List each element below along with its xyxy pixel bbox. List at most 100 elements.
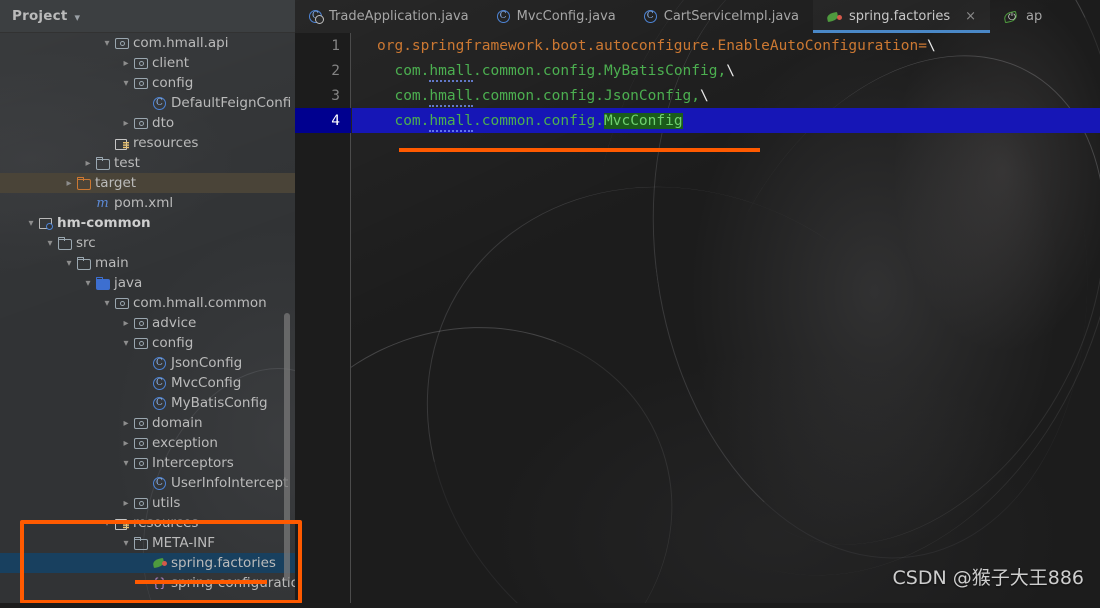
code-text: com.hmall.common.config.MvcConfig (351, 112, 683, 132)
tree-item-meta-inf[interactable]: ▾ META-INF (0, 533, 295, 553)
code-annotation-underline (399, 148, 760, 152)
spring-boot-leaf-icon (1004, 10, 1019, 23)
tree-item-spring-factories[interactable]: spring.factories (0, 553, 295, 573)
code-token: com. (377, 62, 430, 79)
code-line[interactable]: 1 org.springframework.boot.autoconfigure.… (295, 33, 1100, 58)
chevron-right-icon[interactable]: ▸ (120, 498, 132, 509)
tree-item-src[interactable]: ▾ src (0, 233, 295, 253)
chevron-down-icon[interactable]: ▾ (120, 538, 132, 549)
chevron-right-icon[interactable]: ▸ (120, 118, 132, 129)
chevron-down-icon[interactable]: ▾ (25, 218, 37, 229)
tree-item-client[interactable]: ▸ client (0, 53, 295, 73)
chevron-right-icon[interactable]: ▸ (120, 318, 132, 329)
resources-folder-icon (113, 138, 130, 150)
tree-item-label: UserInfoIntercept (171, 475, 289, 491)
code-token: \ (926, 37, 936, 54)
tree-item-main[interactable]: ▾ main (0, 253, 295, 273)
chevron-right-icon[interactable]: ▸ (82, 158, 94, 169)
folder-icon (56, 237, 73, 250)
editor-tab-ap[interactable]: ap (990, 0, 1056, 33)
chevron-down-icon[interactable]: ▾ (63, 258, 75, 269)
ide-window: Project ▾ ▾ com.hmall.api ▸ client ▾ config C… (0, 0, 1100, 608)
package-icon (132, 338, 149, 349)
package-icon (132, 438, 149, 449)
tree-item-domain[interactable]: ▸ domain (0, 413, 295, 433)
code-line[interactable]: 2 com.hmall.common.config.MyBatisConfig,… (295, 58, 1100, 83)
sidebar-scrollbar[interactable] (284, 313, 290, 581)
tree-item-advice[interactable]: ▸ advice (0, 313, 295, 333)
module-icon (37, 217, 54, 230)
editor-tab-bar[interactable]: C TradeApplication.java C MvcConfig.java C Ca… (295, 0, 1100, 33)
maven-icon: m (96, 195, 109, 211)
chevron-down-icon[interactable]: ▾ (101, 298, 113, 309)
chevron-right-icon[interactable]: ▸ (63, 178, 75, 189)
editor-tab-mvcconfig-java[interactable]: C MvcConfig.java (483, 0, 630, 33)
tree-item-utils[interactable]: ▸ utils (0, 493, 295, 513)
project-tree[interactable]: ▾ com.hmall.api ▸ client ▾ config C DefaultFei… (0, 33, 295, 608)
chevron-down-icon[interactable]: ▾ (101, 38, 113, 49)
code-token: com. (377, 87, 430, 104)
class-icon: C (151, 356, 168, 370)
tree-item-interceptors[interactable]: ▾ Interceptors (0, 453, 295, 473)
project-panel-header[interactable]: Project ▾ (0, 0, 295, 33)
close-icon[interactable]: × (965, 9, 976, 24)
line-number: 1 (331, 37, 340, 54)
tree-item-spring-configuration[interactable]: {} spring-configuration (0, 573, 295, 593)
tree-item-exception[interactable]: ▸ exception (0, 433, 295, 453)
line-number: 2 (331, 62, 340, 79)
chevron-right-icon[interactable]: ▸ (120, 58, 132, 69)
tree-item-label: config (152, 75, 194, 91)
tree-item-dto[interactable]: ▸ dto (0, 113, 295, 133)
chevron-down-icon[interactable]: ▾ (44, 238, 56, 249)
tree-item-java[interactable]: ▾ java (0, 273, 295, 293)
editor-tab-spring-factories[interactable]: spring.factories × (813, 0, 990, 33)
code-line[interactable]: 3 com.hmall.common.config.JsonConfig,\ (295, 83, 1100, 108)
tree-item-mvcconfig[interactable]: C MvcConfig (0, 373, 295, 393)
tree-item-test[interactable]: ▸ test (0, 153, 295, 173)
editor-tab-cartserviceimpl-java[interactable]: C CartServiceImpl.java (630, 0, 813, 33)
chevron-down-icon[interactable]: ▾ (101, 518, 113, 529)
tree-item-label: src (76, 235, 96, 251)
tree-item-com-hmall-api[interactable]: ▾ com.hmall.api (0, 33, 295, 53)
package-icon (132, 58, 149, 69)
tree-item-defaultfeignconfi[interactable]: C DefaultFeignConfi (0, 93, 295, 113)
class-icon: C (151, 96, 168, 110)
code-token: hmall (429, 87, 474, 107)
editor-tab-tradeapplication-java[interactable]: C TradeApplication.java (295, 0, 483, 33)
chevron-right-icon[interactable]: ▸ (120, 418, 132, 429)
tree-item-label: dto (152, 115, 175, 131)
tree-item-com-hmall-common[interactable]: ▾ com.hmall.common (0, 293, 295, 313)
tree-item-target[interactable]: ▸ target (0, 173, 295, 193)
chevron-right-icon[interactable]: ▸ (120, 438, 132, 449)
tree-item-config[interactable]: ▾ config (0, 333, 295, 353)
chevron-down-icon[interactable]: ▾ (74, 11, 80, 24)
chevron-down-icon[interactable]: ▾ (120, 78, 132, 89)
tree-item-resources[interactable]: resources (0, 133, 295, 153)
tree-item-hm-common[interactable]: ▾ hm-common (0, 213, 295, 233)
chevron-down-icon[interactable]: ▾ (82, 278, 94, 289)
tree-item-label: resources (133, 515, 199, 531)
tree-item-pom-xml[interactable]: m pom.xml (0, 193, 295, 213)
spring-boot-class-icon: C (309, 10, 324, 24)
tree-item-label: DefaultFeignConfi (171, 95, 292, 111)
tree-item-label: META-INF (152, 535, 216, 551)
tree-item-mybatisconfig[interactable]: C MyBatisConfig (0, 393, 295, 413)
chevron-down-icon[interactable]: ▾ (120, 458, 132, 469)
tree-item-userinfointercept[interactable]: C UserInfoIntercept (0, 473, 295, 493)
code-text: org.springframework.boot.autoconfigure.E… (351, 38, 936, 54)
tree-item-config[interactable]: ▾ config (0, 73, 295, 93)
tree-item-jsonconfig[interactable]: C JsonConfig (0, 353, 295, 373)
code-text: com.hmall.common.config.MyBatisConfig,\ (351, 62, 735, 82)
tree-item-resources[interactable]: ▾ resources (0, 513, 295, 533)
code-text: com.hmall.common.config.JsonConfig,\ (351, 87, 709, 107)
editor-tab-label: CartServiceImpl.java (663, 9, 800, 24)
spring-leaf-icon (827, 11, 843, 23)
chevron-down-icon[interactable]: ▾ (120, 338, 132, 349)
code-line[interactable]: 4 com.hmall.common.config.MvcConfig (295, 108, 1100, 133)
